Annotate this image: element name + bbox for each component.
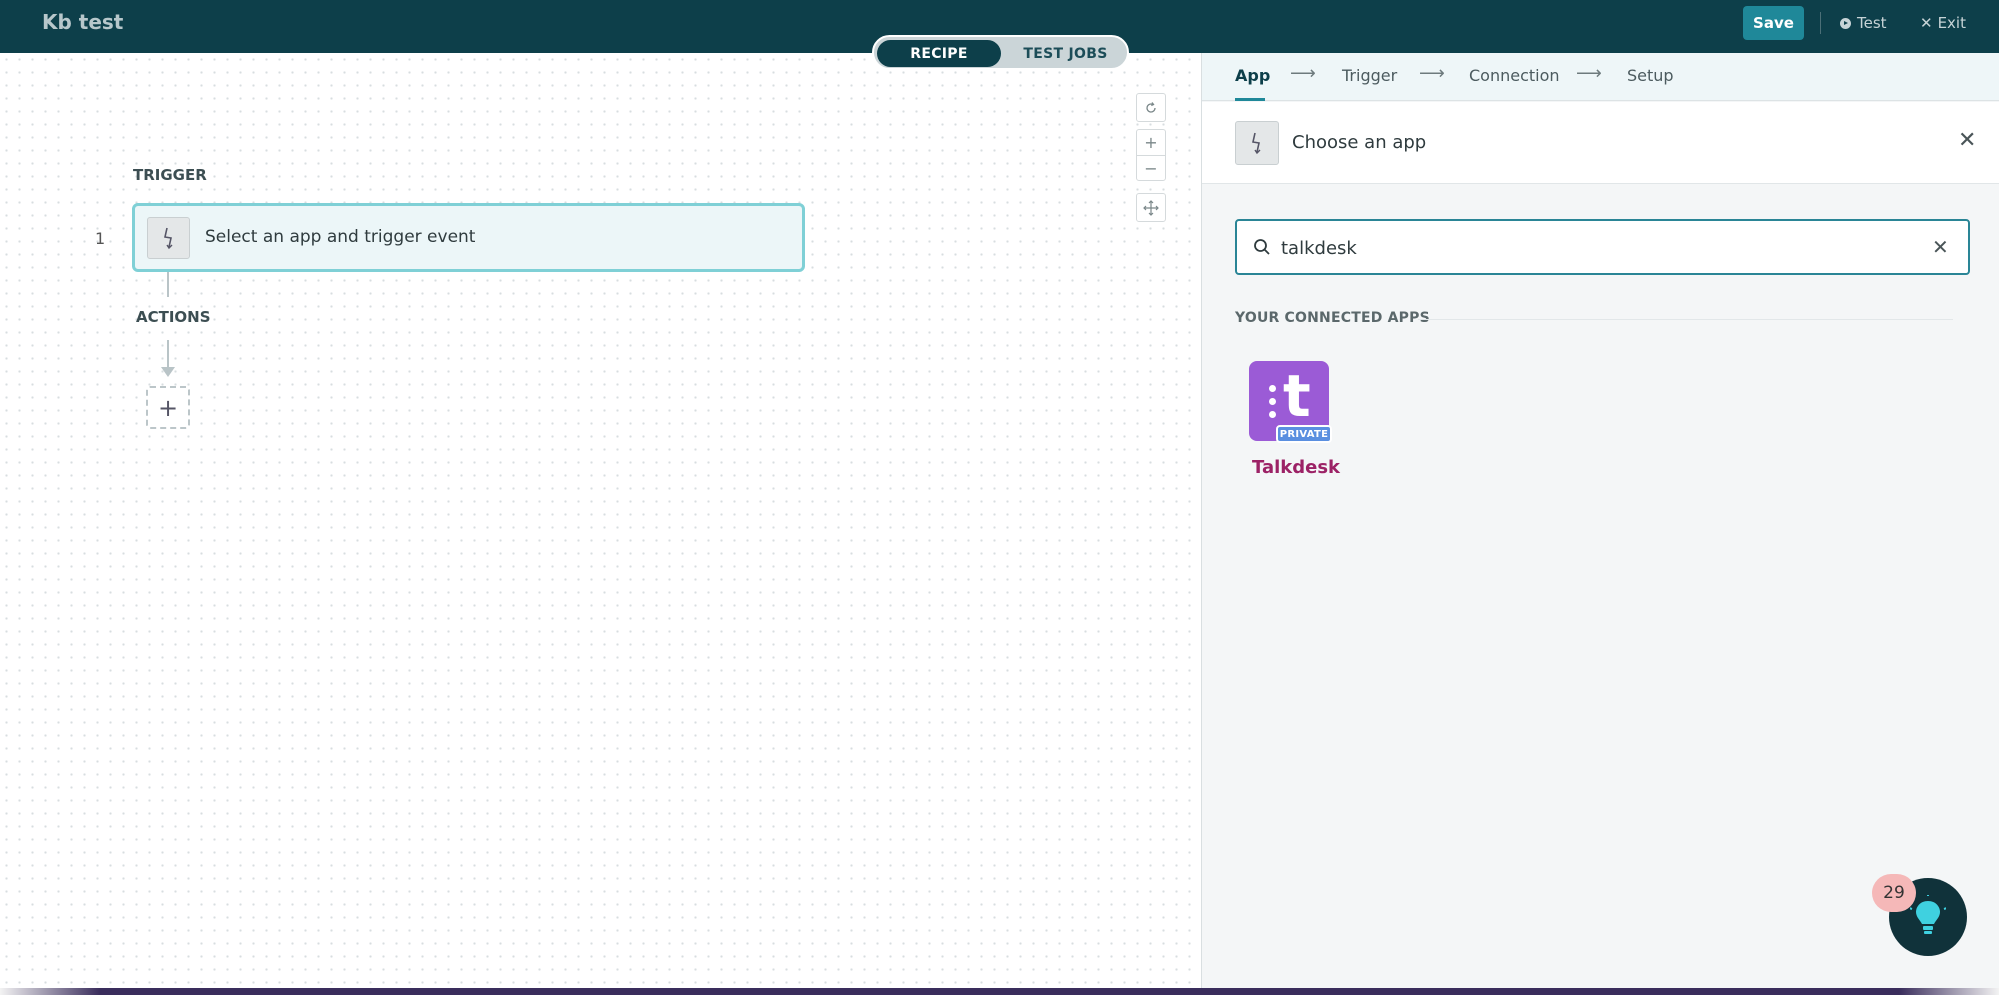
move-icon [1143, 199, 1159, 216]
recipe-canvas[interactable] [0, 53, 1200, 995]
plus-icon: + [157, 393, 179, 422]
step-trigger[interactable]: Trigger [1342, 66, 1397, 85]
bottom-edge-strip [0, 988, 1999, 995]
divider [1418, 319, 1953, 320]
private-badge: PRIVATE [1276, 425, 1332, 443]
recipe-title[interactable]: Kb test [42, 10, 123, 34]
connector-line [167, 272, 169, 297]
play-icon [1840, 17, 1851, 29]
notification-count-badge: 29 [1872, 874, 1916, 912]
step-setup[interactable]: Setup [1627, 66, 1674, 85]
refresh-icon [1146, 101, 1156, 113]
lightning-icon [1235, 121, 1279, 165]
add-action-button[interactable]: + [146, 386, 190, 429]
connector-arrow [161, 367, 175, 377]
reset-view-button[interactable] [1136, 93, 1166, 122]
trigger-step-text: Select an app and trigger event [205, 227, 476, 247]
zoom-out-button[interactable]: − [1136, 155, 1166, 181]
clear-search-icon[interactable]: ✕ [1932, 235, 1949, 259]
plus-icon: + [1144, 133, 1158, 152]
choose-app-title: Choose an app [1292, 132, 1427, 153]
app-name-label[interactable]: Talkdesk [1252, 457, 1340, 478]
save-button[interactable]: Save [1743, 6, 1804, 40]
close-icon: ✕ [1920, 14, 1933, 32]
step-connection[interactable]: Connection [1469, 66, 1560, 85]
divider [1820, 12, 1821, 34]
exit-label: Exit [1937, 14, 1966, 32]
arrow-right-icon: ⟶ [1576, 63, 1602, 84]
step-app[interactable]: App [1235, 66, 1270, 85]
view-toggle: RECIPE TEST JOBS [872, 35, 1129, 70]
test-button[interactable]: Test [1840, 12, 1887, 34]
active-step-indicator [1235, 98, 1265, 101]
trigger-heading: TRIGGER [133, 166, 207, 184]
search-input[interactable] [1281, 234, 1901, 262]
lightning-icon [147, 217, 190, 259]
connected-apps-heading: YOUR CONNECTED APPS [1235, 310, 1430, 326]
exit-button[interactable]: ✕ Exit [1920, 12, 1966, 34]
trigger-step-card[interactable]: Select an app and trigger event [132, 203, 805, 272]
app-search-field[interactable]: ✕ [1235, 219, 1970, 275]
search-icon [1254, 239, 1270, 255]
close-icon[interactable]: ✕ [1958, 128, 1976, 153]
wizard-stepper: App ⟶ Trigger ⟶ Connection ⟶ Setup [1202, 53, 1999, 101]
tab-recipe[interactable]: RECIPE [877, 40, 1001, 67]
fit-view-button[interactable] [1136, 193, 1166, 222]
step-number: 1 [95, 229, 106, 248]
talkdesk-logo-icon: t [1283, 362, 1311, 430]
lightbulb-icon [1910, 895, 1946, 934]
arrow-right-icon: ⟶ [1290, 63, 1316, 84]
talkdesk-logo-dots [1269, 385, 1277, 424]
app-picker-panel: App ⟶ Trigger ⟶ Connection ⟶ Setup Choos… [1201, 53, 1999, 995]
choose-app-header: Choose an app ✕ [1202, 102, 1999, 184]
actions-heading: ACTIONS [136, 308, 211, 326]
tab-test-jobs[interactable]: TEST JOBS [1004, 40, 1127, 67]
connector-line [167, 340, 169, 368]
test-label: Test [1857, 14, 1887, 32]
arrow-right-icon: ⟶ [1419, 63, 1445, 84]
zoom-in-button[interactable]: + [1136, 129, 1166, 155]
minus-icon: − [1144, 158, 1158, 178]
